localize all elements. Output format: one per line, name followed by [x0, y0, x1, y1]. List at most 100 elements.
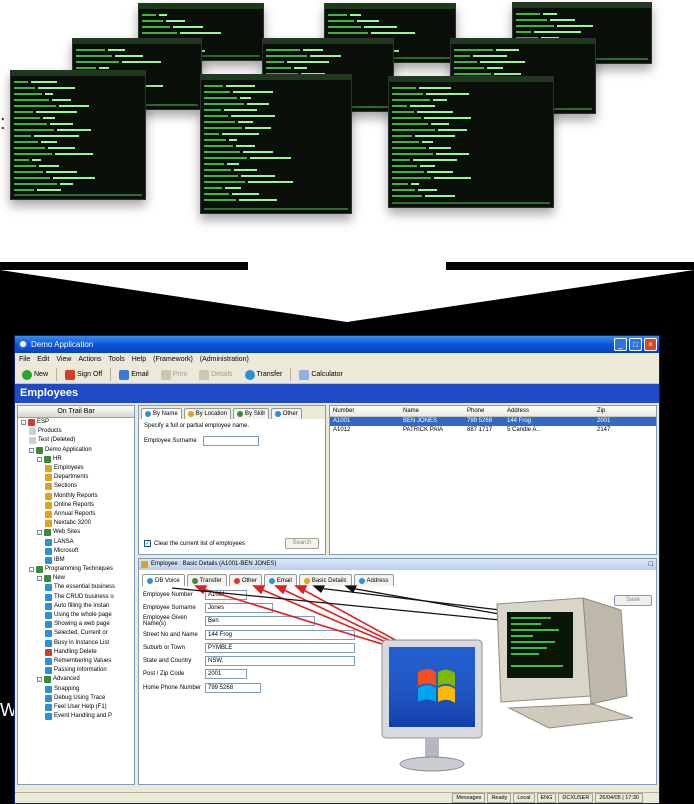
- tree-item[interactable]: - New: [18, 574, 134, 583]
- search-button[interactable]: Search: [285, 538, 319, 549]
- tree-item[interactable]: Products: [18, 427, 134, 436]
- sign-off-label: Sign Off: [77, 371, 103, 378]
- tree-item[interactable]: Microsoft: [18, 547, 134, 556]
- menu-item[interactable]: Tools: [108, 353, 124, 366]
- maximize-icon[interactable]: □: [629, 338, 642, 351]
- tree-item[interactable]: LANSA: [18, 537, 134, 546]
- transfer-button[interactable]: Transfer: [241, 367, 287, 382]
- detail-tab[interactable]: Other: [228, 574, 262, 586]
- surname-input[interactable]: [202, 436, 259, 446]
- email-button[interactable]: Email: [115, 367, 153, 382]
- field-input[interactable]: 2001: [205, 669, 247, 680]
- tree-item[interactable]: Departments: [18, 473, 134, 482]
- tree-item[interactable]: Feel User Help (F1): [18, 703, 134, 712]
- minimize-icon[interactable]: _: [614, 338, 627, 351]
- tree-item[interactable]: Online Reports: [18, 501, 134, 510]
- expand-collapse-icon[interactable]: -: [37, 530, 42, 536]
- employee-detail-panel: Employee : Basic Details (A1001-BEN JONE…: [138, 558, 657, 785]
- menu-item[interactable]: (Administration): [200, 353, 249, 366]
- field-input[interactable]: 144 Frog: [205, 629, 355, 640]
- tree-item[interactable]: Using the whole page: [18, 611, 134, 620]
- menu-item[interactable]: Help: [132, 353, 146, 366]
- field-input[interactable]: 799 5268: [205, 682, 261, 693]
- tree-item[interactable]: Auto filling the instan: [18, 602, 134, 611]
- tree-item-label: Passing information: [54, 667, 107, 674]
- tree-item[interactable]: Test (Deleted): [18, 436, 134, 445]
- column-header[interactable]: Name: [403, 406, 467, 417]
- tree-item[interactable]: Nextabc 3200: [18, 519, 134, 528]
- pin-icon[interactable]: □: [649, 559, 653, 570]
- tree-item[interactable]: - HR: [18, 455, 134, 464]
- tree-item[interactable]: - ESP: [18, 418, 134, 427]
- tree-item-label: Microsoft: [54, 547, 79, 554]
- tree-item[interactable]: Debug Using Trace: [18, 694, 134, 703]
- tree-item[interactable]: - Advanced: [18, 675, 134, 684]
- tree-node-icon: [45, 584, 52, 592]
- calculator-button[interactable]: Calculator: [295, 367, 347, 382]
- detail-tab[interactable]: DB Voice: [142, 574, 185, 586]
- tree-item[interactable]: IBM: [18, 556, 134, 565]
- tree-item[interactable]: Passing information: [18, 666, 134, 675]
- green-screen-terminals: [0, 0, 694, 255]
- close-icon[interactable]: ×: [644, 338, 657, 351]
- menu-item[interactable]: File: [19, 353, 30, 366]
- field-label: Employee Given Name(s): [143, 615, 188, 628]
- expand-collapse-icon[interactable]: -: [37, 576, 42, 582]
- tree-item[interactable]: - Web Sites: [18, 528, 134, 537]
- save-button[interactable]: Save: [614, 595, 652, 606]
- search-tab[interactable]: By Location: [183, 408, 232, 419]
- tree-node-icon: [45, 657, 52, 665]
- column-header[interactable]: Zip: [597, 406, 656, 417]
- column-header[interactable]: Number: [333, 406, 403, 417]
- field-input[interactable]: A1001: [205, 589, 247, 600]
- table-row[interactable]: A1001 BEN JONES 799 5268 144 Frog 2001: [330, 417, 656, 426]
- search-tab-icon: [237, 411, 244, 417]
- detail-tab[interactable]: Basic Details: [298, 574, 352, 586]
- tree-item[interactable]: Selected, Current or: [18, 629, 134, 638]
- tree-item[interactable]: Monthly Reports: [18, 492, 134, 501]
- tree-item[interactable]: Remembering Values: [18, 657, 134, 666]
- title-bar[interactable]: Demo Application _ □ ×: [15, 336, 659, 353]
- column-header[interactable]: Phone: [467, 406, 507, 417]
- search-tab[interactable]: By Skill: [233, 408, 269, 419]
- expand-collapse-icon[interactable]: -: [29, 447, 34, 453]
- tree-item[interactable]: The essential business: [18, 583, 134, 592]
- sign-off-button[interactable]: Sign Off: [61, 367, 106, 382]
- tree-item[interactable]: Event Handling and P: [18, 712, 134, 721]
- expand-collapse-icon[interactable]: -: [37, 456, 42, 462]
- search-tab[interactable]: By Name: [141, 408, 182, 419]
- clear-list-checkbox[interactable]: ✓: [144, 540, 151, 547]
- tree-item[interactable]: Employees: [18, 464, 134, 473]
- menu-item[interactable]: Edit: [37, 353, 49, 366]
- field-input[interactable]: Jones: [205, 602, 273, 613]
- menu-item[interactable]: View: [56, 353, 71, 366]
- field-input[interactable]: Ben: [205, 616, 315, 627]
- tree-item[interactable]: - Programming Techniques: [18, 565, 134, 574]
- tree-item[interactable]: The CRUD business o: [18, 593, 134, 602]
- detail-tab[interactable]: Transfer: [186, 574, 227, 586]
- tree-item[interactable]: Snapping: [18, 684, 134, 693]
- table-row[interactable]: A1012 PATRICK PAIA 887 1717 5 Candle A... 21…: [330, 426, 656, 435]
- search-tab[interactable]: Other: [270, 408, 302, 419]
- details-button[interactable]: Details: [195, 367, 236, 382]
- field-input[interactable]: NSW,: [205, 656, 355, 667]
- tree-item[interactable]: Showing a web page: [18, 620, 134, 629]
- new-button[interactable]: New: [18, 367, 52, 382]
- tree-item[interactable]: Busy in Instance List: [18, 639, 134, 648]
- tree-header[interactable]: On Trail Bar: [18, 406, 134, 418]
- tree-item[interactable]: Sections: [18, 482, 134, 491]
- menu-item[interactable]: (Framework): [153, 353, 193, 366]
- tree-item[interactable]: - Demo Application: [18, 446, 134, 455]
- menu-item[interactable]: Actions: [78, 353, 101, 366]
- field-input[interactable]: PYMBLE: [205, 642, 355, 653]
- expand-collapse-icon[interactable]: -: [37, 677, 42, 683]
- column-header[interactable]: Address: [507, 406, 597, 417]
- tree-node-icon: [28, 419, 35, 427]
- print-button[interactable]: Print: [157, 367, 191, 382]
- detail-tab[interactable]: Email: [263, 574, 297, 586]
- expand-collapse-icon[interactable]: -: [21, 420, 26, 426]
- expand-collapse-icon[interactable]: -: [29, 567, 34, 573]
- tree-item[interactable]: Annual Reports: [18, 510, 134, 519]
- tree-item[interactable]: Handling Delete: [18, 648, 134, 657]
- detail-tab[interactable]: Address: [353, 574, 394, 586]
